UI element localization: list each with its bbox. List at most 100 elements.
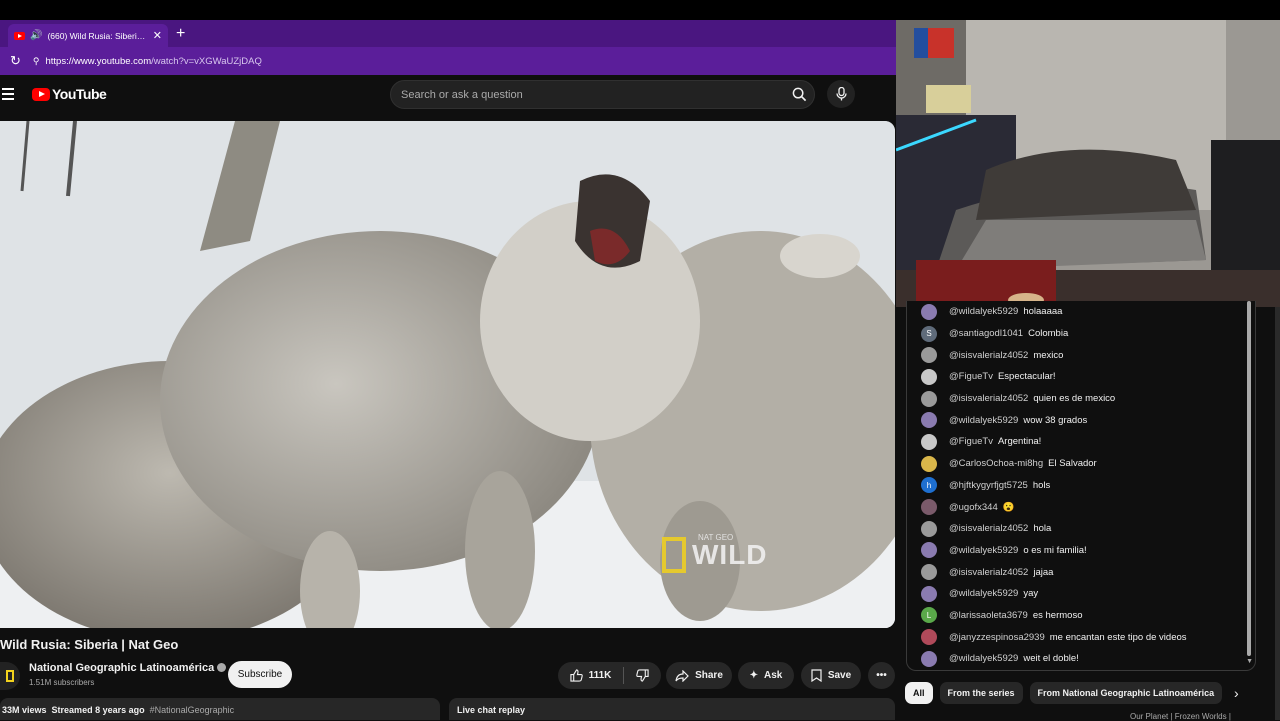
chat-message: @wildalyek5929 holaaaaa	[921, 301, 1241, 323]
share-icon	[675, 669, 689, 682]
youtube-favicon-icon	[14, 31, 25, 40]
chat-message: @wildalyek5929 o es mi familia!	[921, 540, 1241, 562]
subscribe-button[interactable]: Subscribe	[228, 661, 292, 688]
chat-author[interactable]: @wildalyek5929	[949, 588, 1018, 599]
chat-text: es hermoso	[1032, 609, 1083, 621]
url-path: /watch?v=vXGWaUZjDAQ	[151, 55, 262, 67]
chat-author[interactable]: @santiagodl1041	[949, 328, 1023, 339]
chat-scrollbar[interactable]	[1247, 301, 1251, 656]
chat-avatar[interactable]	[921, 390, 937, 407]
reload-icon[interactable]: ↻	[10, 53, 21, 69]
more-actions-button[interactable]: •••	[868, 662, 895, 689]
view-count: 33M views	[2, 705, 47, 715]
chat-message-list: @wildalyek5929 holaaaaa S @santiagodl1041 Co…	[921, 301, 1241, 670]
microphone-icon	[835, 87, 847, 101]
sparkle-icon: ✦	[749, 670, 759, 681]
site-info-icon[interactable]: ⚲	[33, 56, 40, 67]
channel-name[interactable]: National Geographic Latinoamérica	[29, 662, 227, 674]
address-bar[interactable]: ⚲ https://www.youtube.com/watch?v=vXGWaU…	[29, 51, 896, 71]
chat-avatar[interactable]: h	[921, 477, 937, 494]
chat-message: @FigueTv Argentina!	[921, 431, 1241, 453]
new-tab-button[interactable]: +	[176, 24, 185, 44]
chat-author[interactable]: @larissaoleta3679	[949, 610, 1028, 621]
chat-text: me encantan este tipo de videos	[1049, 631, 1187, 643]
natgeo-logo-icon	[6, 670, 14, 682]
hashtag-link[interactable]: #NationalGeographic	[150, 705, 235, 715]
speaker-icon[interactable]: 🔊	[30, 30, 42, 41]
chat-author[interactable]: @CarlosOchoa-mi8hg	[949, 458, 1043, 469]
chat-avatar[interactable]	[921, 542, 937, 559]
chat-text: mexico	[1033, 349, 1064, 361]
chat-author[interactable]: @isisvalerialz4052	[949, 393, 1028, 404]
chat-avatar[interactable]	[921, 347, 937, 364]
chat-avatar[interactable]	[921, 433, 937, 450]
stream-date: Streamed 8 years ago	[51, 705, 145, 715]
chat-author[interactable]: @isisvalerialz4052	[949, 350, 1028, 361]
chat-message: @isisvalerialz4052 hola	[921, 518, 1241, 540]
live-chat-panel: @wildalyek5929 holaaaaa S @santiagodl1041 Co…	[906, 301, 1256, 671]
chat-avatar[interactable]	[921, 303, 937, 320]
thumbs-down-icon[interactable]	[636, 669, 650, 682]
video-player[interactable]: NAT GEO WILD	[0, 121, 895, 628]
chat-avatar[interactable]	[921, 585, 937, 602]
chat-author[interactable]: @hjftkygyrfjgt5725	[949, 480, 1028, 491]
search-button[interactable]	[784, 81, 814, 108]
save-label: Save	[827, 670, 852, 681]
chat-message: @FigueTv Espectacular!	[921, 366, 1241, 388]
filter-chip[interactable]: From National Geographic Latinoamérica	[1029, 682, 1223, 704]
save-button[interactable]: Save	[801, 662, 861, 689]
bookmark-icon	[811, 669, 822, 682]
chat-author[interactable]: @wildalyek5929	[949, 545, 1018, 556]
chat-message: @janyzzespinosa2939 me encantan este tipo…	[921, 626, 1241, 648]
chevron-right-icon[interactable]: ›	[1234, 685, 1239, 701]
chat-author[interactable]: @wildalyek5929	[949, 306, 1018, 317]
chat-avatar[interactable]	[921, 499, 937, 516]
share-label: Share	[695, 670, 723, 681]
youtube-logo[interactable]: YouTube	[32, 86, 107, 102]
tab-title: (660) Wild Rusia: Siberia | Nat	[47, 30, 147, 41]
chat-avatar[interactable]	[921, 520, 937, 537]
chat-avatar[interactable]	[921, 650, 937, 667]
chat-message: h @hjftkygyrfjgt5725 hols	[921, 475, 1241, 497]
chat-author[interactable]: @isisvalerialz4052	[949, 523, 1028, 534]
chat-author[interactable]: @ugofx344	[949, 502, 998, 513]
more-icon: •••	[876, 670, 887, 681]
voice-search-button[interactable]	[827, 80, 855, 108]
chat-avatar[interactable]	[921, 629, 937, 646]
chat-text: wow 38 grados	[1023, 414, 1088, 426]
chat-message: @wildalyek5929 yay	[921, 583, 1241, 605]
chat-author[interactable]: @janyzzespinosa2939	[949, 632, 1045, 643]
chat-avatar[interactable]: L	[921, 607, 937, 624]
filter-chip[interactable]: All	[905, 682, 933, 704]
description-box[interactable]: 33M views Streamed 8 years ago #National…	[0, 698, 440, 720]
browser-tab[interactable]: 🔊 (660) Wild Rusia: Siberia | Nat ✕	[8, 24, 168, 47]
scroll-down-arrow-icon[interactable]: ▼	[1246, 658, 1253, 665]
page-scroll-track[interactable]	[1275, 307, 1280, 720]
menu-icon[interactable]	[2, 88, 14, 100]
chat-text: hola	[1033, 523, 1052, 535]
chat-author[interactable]: @isisvalerialz4052	[949, 567, 1028, 578]
chat-avatar[interactable]	[921, 368, 937, 385]
chat-author[interactable]: @wildalyek5929	[949, 653, 1018, 664]
chat-author[interactable]: @FigueTv	[949, 436, 993, 447]
search-input[interactable]: Search or ask a question	[390, 80, 815, 109]
chat-avatar[interactable]	[921, 564, 937, 581]
chat-author[interactable]: @wildalyek5929	[949, 415, 1018, 426]
chat-message: @isisvalerialz4052 quien es de mexico	[921, 388, 1241, 410]
thumbs-up-icon[interactable]	[569, 669, 583, 682]
close-tab-icon[interactable]: ✕	[153, 29, 162, 42]
chat-avatar[interactable]	[921, 455, 937, 472]
share-button[interactable]: Share	[666, 662, 732, 689]
chat-message: @isisvalerialz4052 mexico	[921, 344, 1241, 366]
chat-avatar[interactable]	[921, 412, 937, 429]
chat-text: o es mi familia!	[1023, 544, 1087, 556]
ask-button[interactable]: ✦ Ask	[738, 662, 794, 689]
like-count[interactable]: 111K	[589, 670, 612, 681]
chat-text: Argentina!	[997, 436, 1042, 448]
filter-chip[interactable]: From the series	[939, 682, 1023, 704]
live-chat-replay-header[interactable]: Live chat replay	[449, 698, 895, 720]
browser-chrome: 🔊 (660) Wild Rusia: Siberia | Nat ✕ + ↻ …	[0, 20, 896, 95]
chat-author[interactable]: @FigueTv	[949, 371, 993, 382]
channel-avatar[interactable]	[0, 662, 20, 690]
chat-avatar[interactable]: S	[921, 325, 937, 342]
